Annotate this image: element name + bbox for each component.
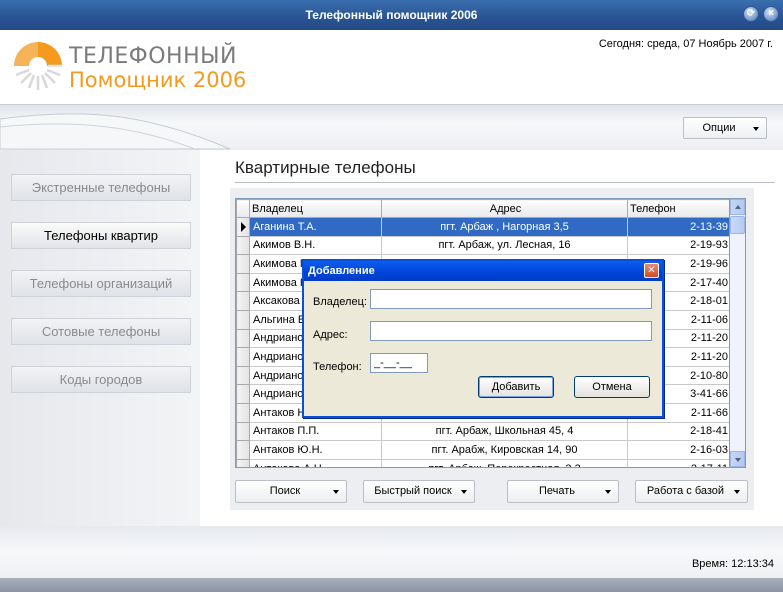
cell-phone: 2-17-11	[627, 458, 729, 467]
current-row-arrow-icon	[241, 222, 246, 232]
row-indicator	[236, 309, 250, 330]
sidebar-item-city-codes[interactable]: Коды городов	[11, 366, 191, 393]
column-header-owner[interactable]: Владелец	[249, 199, 382, 218]
chevron-down-icon	[461, 490, 467, 494]
scroll-thumb[interactable]	[730, 216, 745, 234]
logo-icon	[14, 42, 62, 90]
sidebar-item-apartments[interactable]: Телефоны квартир	[11, 222, 191, 249]
cancel-button[interactable]: Отмена	[574, 376, 650, 398]
cell-phone: 2-18-41	[627, 421, 729, 442]
column-header-address[interactable]: Адрес	[381, 199, 628, 218]
scroll-up-button[interactable]	[730, 199, 745, 215]
scroll-down-button[interactable]	[730, 451, 745, 467]
sidebar-item-emergency[interactable]: Экстренные телефоны	[11, 174, 191, 201]
row-indicator	[236, 217, 250, 237]
cell-address: пгт. Арбаж, ул. Лесная, 16	[381, 235, 628, 256]
cell-address: пгт. Арабж, Кировская 14, 90	[381, 440, 628, 460]
search-button-label: Поиск	[269, 485, 301, 497]
table-row[interactable]: Акимов В.Н. пгт. Арбаж, ул. Лесная, 16 2-1…	[236, 235, 729, 256]
quick-search-button-label: Быстрый поиск	[374, 485, 452, 497]
row-indicator	[236, 440, 250, 460]
options-label: Опции	[702, 122, 736, 134]
phone-input[interactable]	[370, 353, 428, 373]
row-indicator	[236, 272, 250, 293]
options-button[interactable]: Опции	[683, 117, 767, 139]
sidebar-item-organizations[interactable]: Телефоны организаций	[11, 270, 191, 297]
cell-phone: 2-13-39	[627, 217, 729, 237]
cell-phone: 2-19-93	[627, 235, 729, 256]
cell-owner: Антаков П.П.	[249, 421, 382, 442]
table-row[interactable]: Аганина Т.А. пгт. Арбаж , Нагорная 3,5 2-1…	[236, 217, 729, 237]
database-button[interactable]: Работа с базой	[635, 480, 748, 503]
cell-address: пгт. Арбаж , Нагорная 3,5	[381, 217, 628, 237]
chevron-down-icon	[753, 127, 759, 131]
header-indicator	[236, 199, 250, 218]
app-header: ТЕЛЕФОННЫЙ Помощник 2006 Сегодня: среда,…	[0, 30, 783, 104]
close-icon[interactable]: ×	[763, 6, 779, 22]
column-header-phone[interactable]: Телефон	[627, 199, 729, 218]
chevron-down-icon	[605, 490, 611, 494]
add-dialog: Добавление ✕ Владелец: Адрес: Телефон: Д…	[302, 259, 664, 418]
print-button[interactable]: Печать	[507, 480, 619, 503]
dialog-title: Добавление	[304, 261, 662, 281]
chevron-down-icon	[333, 490, 339, 494]
cell-owner: Акимов В.Н.	[249, 235, 382, 256]
row-indicator	[236, 365, 250, 386]
status-bar	[0, 578, 783, 592]
cell-address: пгт. Арбаж, Перекрестная, 3,3	[381, 458, 628, 467]
restore-icon[interactable]: ⟳	[743, 6, 759, 22]
row-indicator	[236, 402, 250, 423]
chevron-down-icon	[735, 458, 741, 462]
brand-subtitle: Помощник 2006	[69, 68, 247, 92]
row-indicator	[236, 347, 250, 367]
today-date: Сегодня: среда, 07 Ноябрь 2007 г.	[598, 38, 773, 50]
address-label: Адрес:	[313, 329, 348, 341]
cell-address: пгт. Арбаж, Школьная 45, 4	[381, 421, 628, 442]
row-indicator	[236, 328, 250, 349]
cell-owner: Аганина Т.А.	[249, 217, 382, 237]
table-row[interactable]: Антаков П.П. пгт. Арбаж, Школьная 45, 4 2-…	[236, 421, 729, 442]
cell-owner: Антаков Ю.Н.	[249, 440, 382, 460]
owner-input[interactable]	[370, 289, 652, 309]
phone-label: Телефон:	[313, 361, 362, 373]
add-button[interactable]: Добавить	[478, 376, 554, 398]
row-indicator	[236, 421, 250, 442]
table-row[interactable]: Антакова А.Н.пгт. Арбаж, Перекрестная, 3…	[236, 458, 729, 467]
clock-time: Время: 12:13:34	[691, 558, 774, 570]
header-band	[0, 104, 783, 151]
table-scrollbar[interactable]	[730, 198, 746, 468]
page-title: Квартирные телефоны	[235, 158, 416, 177]
dialog-close-icon[interactable]: ✕	[644, 263, 659, 278]
owner-label: Владелец:	[313, 296, 367, 308]
row-indicator	[236, 384, 250, 404]
print-button-label: Печать	[538, 485, 576, 497]
table-row[interactable]: Антаков Ю.Н. пгт. Арабж, Кировская 14, 90…	[236, 440, 729, 460]
footer: Время: 12:13:34	[0, 526, 783, 578]
row-indicator	[236, 458, 250, 467]
chevron-up-icon	[735, 205, 741, 209]
database-button-label: Работа с базой	[646, 485, 725, 497]
title-divider	[235, 182, 775, 183]
row-indicator	[236, 235, 250, 256]
cell-phone: 2-16-03	[627, 440, 729, 460]
row-indicator	[236, 254, 250, 274]
cell-owner: Антакова А.Н.	[249, 458, 382, 467]
address-input[interactable]	[370, 321, 652, 341]
sidebar-item-mobile[interactable]: Сотовые телефоны	[11, 318, 191, 345]
quick-search-button[interactable]: Быстрый поиск	[363, 480, 475, 503]
window-titlebar: Телефонный помощник 2006 ⟳ ×	[0, 0, 783, 30]
chevron-down-icon	[734, 490, 740, 494]
window-title: Телефонный помощник 2006	[305, 8, 478, 22]
search-button[interactable]: Поиск	[235, 480, 347, 503]
brand-title: ТЕЛЕФОННЫЙ	[69, 44, 237, 69]
row-indicator	[236, 291, 250, 311]
